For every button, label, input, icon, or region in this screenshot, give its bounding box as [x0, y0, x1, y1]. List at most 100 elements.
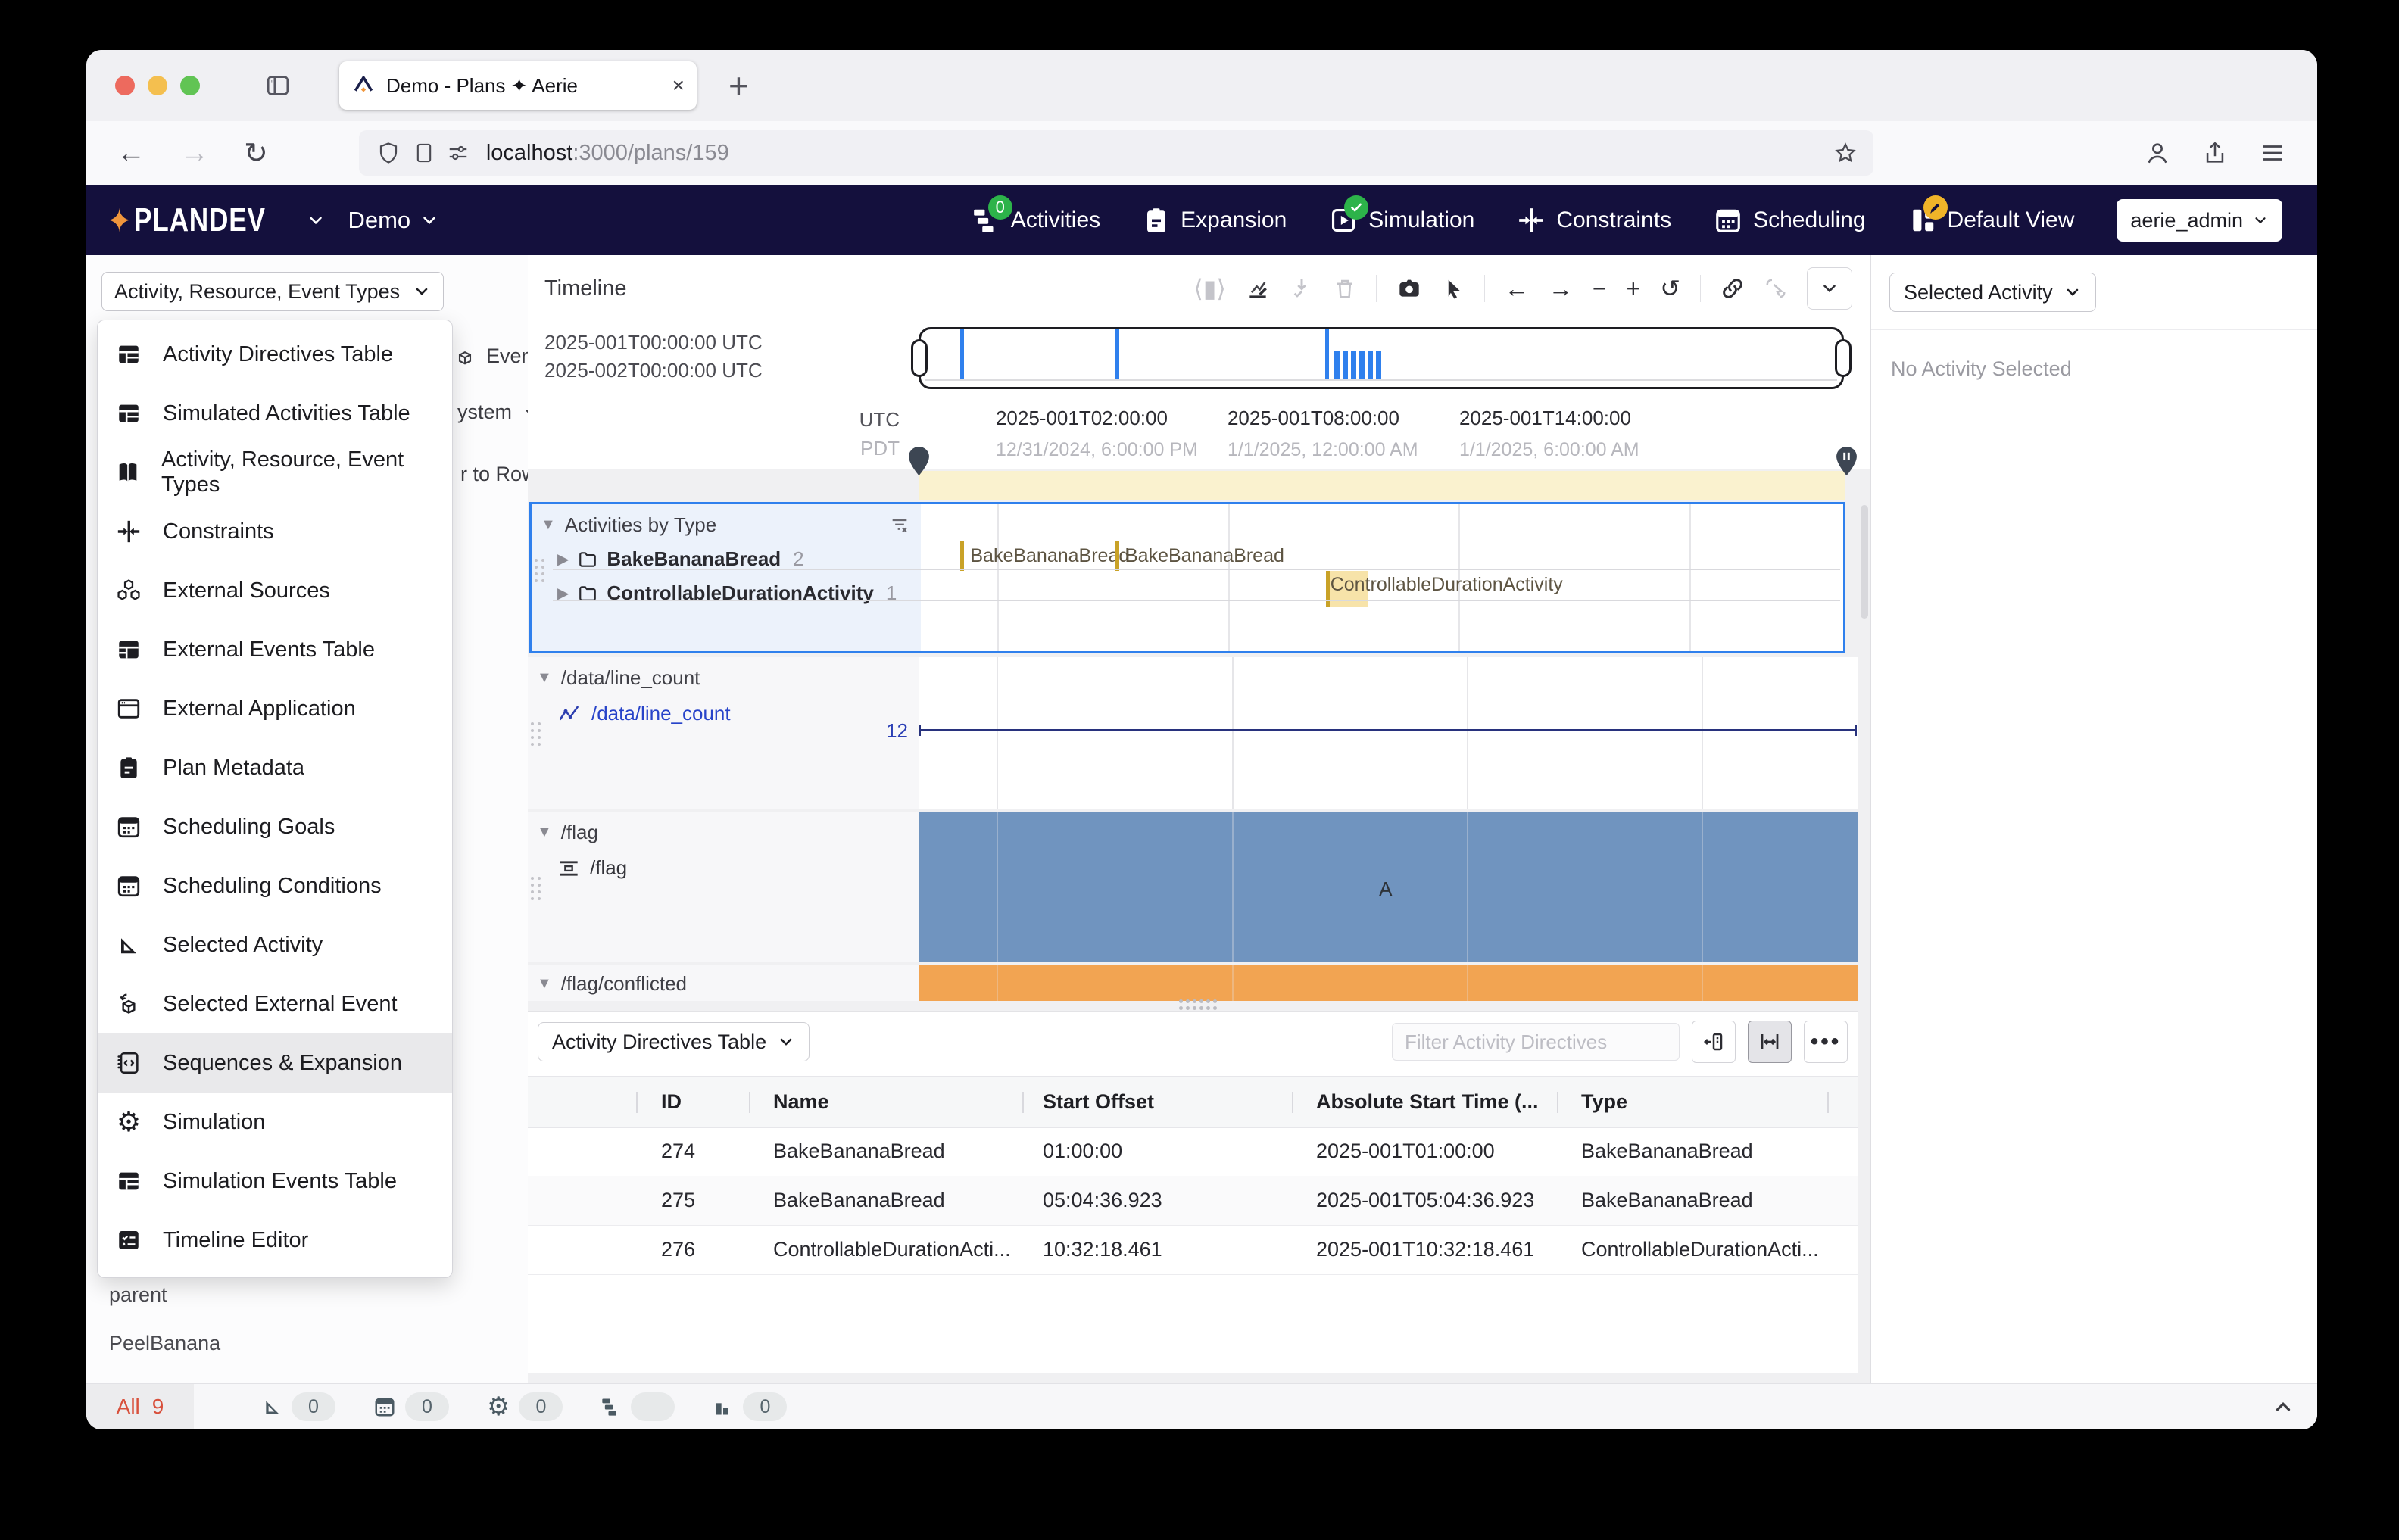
- table-row[interactable]: 275 BakeBananaBread 05:04:36.923 2025-00…: [528, 1176, 1858, 1226]
- timeline-minimap[interactable]: [919, 327, 1844, 389]
- nav-simulation[interactable]: Simulation: [1329, 206, 1474, 235]
- menu-item-external-events-table[interactable]: External Events Table: [98, 620, 452, 679]
- collapse-triangle-icon[interactable]: ▼: [537, 824, 552, 841]
- table-panel-selector[interactable]: Activity Directives Table: [538, 1022, 810, 1061]
- activity-bar[interactable]: ControllableDurationActivity: [1326, 574, 1563, 596]
- menu-item-activity-resource-event-types[interactable]: Activity, Resource, Event Types: [98, 443, 452, 502]
- nav-expansion[interactable]: Expansion: [1143, 206, 1287, 235]
- camera-icon[interactable]: [1396, 276, 1422, 301]
- user-menu[interactable]: aerie_admin: [2117, 199, 2282, 242]
- menu-item-simulated-activities-table[interactable]: Simulated Activities Table: [98, 384, 452, 443]
- column-header-id[interactable]: ID: [661, 1090, 682, 1114]
- menu-item-constraints[interactable]: Constraints: [98, 502, 452, 561]
- nav-scheduling[interactable]: Scheduling: [1714, 206, 1865, 235]
- column-header-start-offset[interactable]: Start Offset: [1043, 1090, 1154, 1114]
- activities-plot[interactable]: BakeBananaBread BakeBananaBread Controll…: [921, 504, 1843, 651]
- activities-by-type-row[interactable]: BakeBananaBread BakeBananaBread Controll…: [529, 502, 1845, 653]
- zoom-out-icon[interactable]: −: [1593, 276, 1607, 301]
- console-all-tab[interactable]: All 9: [86, 1384, 194, 1429]
- counter-scheduling[interactable]: 0: [373, 1392, 449, 1421]
- flag-conflicted-header[interactable]: ▼ /flag/conflicted: [528, 965, 919, 996]
- filter-icon[interactable]: [889, 515, 910, 536]
- counter-simulation[interactable]: ⚙ 0: [487, 1392, 563, 1421]
- table-row[interactable]: 274 BakeBananaBread 01:00:00 2025-001T01…: [528, 1127, 1858, 1177]
- collapse-console-icon[interactable]: [2272, 1395, 2294, 1418]
- tab-close-icon[interactable]: ×: [672, 73, 685, 98]
- column-header-type[interactable]: Type: [1581, 1090, 1627, 1114]
- forward-button[interactable]: →: [180, 137, 209, 170]
- line-count-plot[interactable]: [919, 657, 1858, 809]
- pan-left-icon[interactable]: ←: [1505, 276, 1529, 301]
- flag-row[interactable]: A ▼ /flag /flag: [528, 812, 1858, 962]
- menu-item-external-sources[interactable]: External Sources: [98, 561, 452, 620]
- right-panel-selector[interactable]: Selected Activity: [1889, 273, 2096, 312]
- account-icon[interactable]: [2145, 140, 2170, 166]
- column-panel-button[interactable]: [1692, 1021, 1736, 1063]
- column-header-name[interactable]: Name: [773, 1090, 829, 1114]
- line-count-row-header[interactable]: ▼ /data/line_count: [528, 657, 919, 690]
- expand-triangle-icon[interactable]: ▶: [557, 550, 569, 569]
- counter-activities[interactable]: [601, 1392, 675, 1421]
- reload-button[interactable]: ↻: [244, 136, 268, 170]
- filter-activity-directives-input[interactable]: [1392, 1023, 1680, 1061]
- menu-item-selected-external-event[interactable]: Selected External Event: [98, 974, 452, 1033]
- permissions-icon[interactable]: [447, 142, 470, 164]
- table-more-options-button[interactable]: •••: [1804, 1021, 1848, 1063]
- app-menu-chevron-icon[interactable]: [306, 210, 326, 230]
- maximize-window-button[interactable]: [180, 76, 200, 95]
- timeline-scrollbar[interactable]: [1861, 505, 1868, 619]
- zoom-in-icon[interactable]: +: [1627, 276, 1641, 301]
- browser-tab[interactable]: Demo - Plans ✦ Aerie ×: [339, 61, 697, 110]
- nav-default-view[interactable]: Default View: [1908, 206, 2075, 235]
- page-info-icon[interactable]: [413, 142, 435, 164]
- line-count-row[interactable]: ▼ /data/line_count /data/line_count 12: [528, 657, 1858, 809]
- activity-bar[interactable]: BakeBananaBread: [960, 541, 1129, 571]
- plan-name[interactable]: Demo: [348, 207, 410, 234]
- flag-legend[interactable]: /flag: [558, 856, 919, 880]
- row-drag-handle[interactable]: [535, 559, 544, 582]
- end-pin-icon[interactable]: [1836, 447, 1857, 475]
- activities-row-header[interactable]: ▼ Activities by Type: [532, 504, 921, 537]
- new-tab-button[interactable]: +: [728, 65, 749, 106]
- collapse-triangle-icon[interactable]: ▼: [541, 516, 556, 534]
- menu-item-scheduling-goals[interactable]: Scheduling Goals: [98, 797, 452, 856]
- counter-analysis[interactable]: 0: [713, 1392, 787, 1421]
- row-drag-handle[interactable]: [531, 722, 541, 746]
- flag-plot[interactable]: A: [919, 812, 1858, 962]
- menu-item-plan-metadata[interactable]: Plan Metadata: [98, 738, 452, 797]
- shield-icon[interactable]: [377, 142, 400, 164]
- minimap-left-handle[interactable]: [911, 339, 928, 377]
- reset-view-icon[interactable]: ↺: [1660, 276, 1680, 301]
- menu-item-simulation[interactable]: ⚙ Simulation: [98, 1093, 452, 1152]
- cursor-icon[interactable]: [1442, 276, 1465, 301]
- sidebar-toggle-icon[interactable]: [265, 73, 291, 98]
- panel-selector[interactable]: Activity, Resource, Event Types: [101, 272, 444, 311]
- menu-item-activity-directives-table[interactable]: Activity Directives Table: [98, 325, 452, 384]
- menu-item-selected-activity[interactable]: Selected Activity: [98, 915, 452, 974]
- close-window-button[interactable]: [115, 76, 135, 95]
- nav-activities[interactable]: 0 Activities: [972, 206, 1100, 235]
- line-count-legend[interactable]: /data/line_count: [558, 702, 919, 725]
- link-icon[interactable]: [1720, 276, 1745, 301]
- minimize-window-button[interactable]: [148, 76, 167, 95]
- share-icon[interactable]: [2202, 140, 2228, 166]
- flag-conflicted-row[interactable]: ▼ /flag/conflicted: [528, 965, 1858, 1001]
- flag-conflicted-plot[interactable]: [919, 965, 1858, 1001]
- panel-resize-handle[interactable]: [1179, 999, 1217, 1010]
- counter-selected-activity[interactable]: 0: [263, 1392, 335, 1421]
- menu-item-simulation-events-table[interactable]: Simulation Events Table: [98, 1152, 452, 1211]
- row-drag-handle[interactable]: [531, 877, 541, 900]
- collapse-triangle-icon[interactable]: ▼: [537, 669, 552, 687]
- minimap-right-handle[interactable]: [1835, 339, 1852, 377]
- back-button[interactable]: ←: [117, 137, 145, 170]
- start-pin-icon[interactable]: [909, 447, 929, 475]
- menu-item-external-application[interactable]: External Application: [98, 679, 452, 738]
- table-row[interactable]: 276 ControllableDurationActi... 10:32:18…: [528, 1225, 1858, 1275]
- menu-item-timeline-editor[interactable]: Timeline Editor: [98, 1211, 452, 1270]
- edit-chart-icon[interactable]: [1246, 276, 1270, 301]
- flag-row-header[interactable]: ▼ /flag: [528, 812, 919, 844]
- menu-item-sequences-expansion[interactable]: Sequences & Expansion: [98, 1033, 452, 1093]
- bookmark-star-icon[interactable]: [1834, 142, 1857, 164]
- menu-item-scheduling-conditions[interactable]: Scheduling Conditions: [98, 856, 452, 915]
- activity-group-bakebananabread[interactable]: ▶ BakeBananaBread 2: [557, 547, 921, 571]
